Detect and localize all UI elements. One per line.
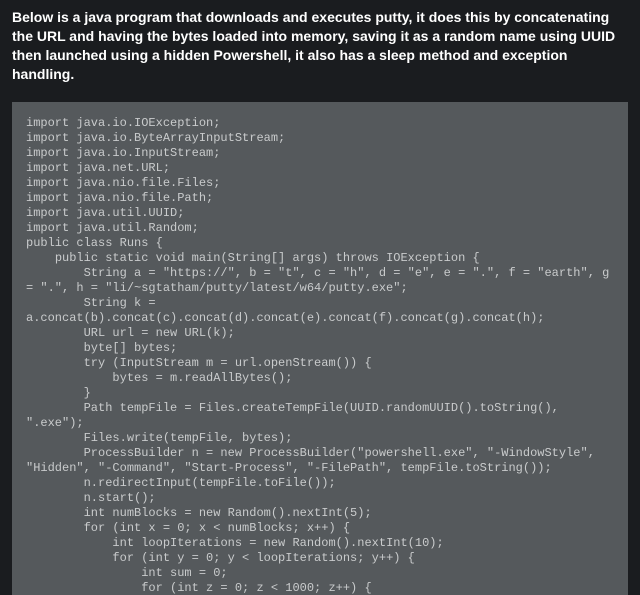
description-header: Below is a java program that downloads a… (0, 0, 640, 94)
code-content: import java.io.IOException; import java.… (26, 116, 614, 595)
code-block: import java.io.IOException; import java.… (12, 102, 628, 595)
